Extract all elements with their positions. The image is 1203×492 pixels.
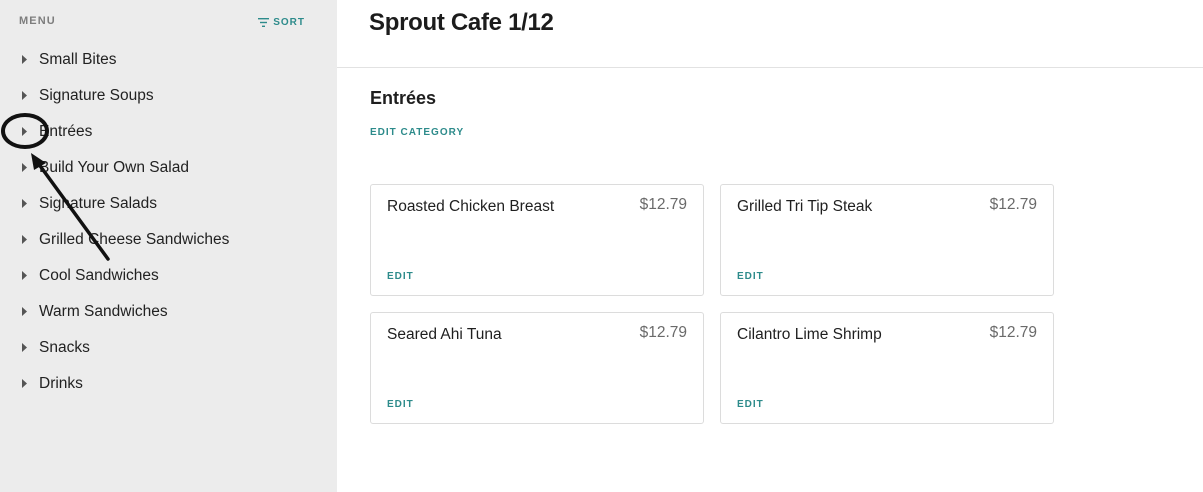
caret-right-icon[interactable]: [22, 127, 27, 136]
category-label: Cool Sandwiches: [39, 267, 159, 284]
caret-right-icon[interactable]: [22, 307, 27, 316]
category-item-snacks[interactable]: Snacks: [0, 330, 337, 366]
category-item-cool-sandwiches[interactable]: Cool Sandwiches: [0, 258, 337, 294]
category-item-signature-soups[interactable]: Signature Soups: [0, 78, 337, 114]
category-label: Entrées: [39, 123, 93, 140]
caret-right-icon[interactable]: [22, 235, 27, 244]
item-name: Cilantro Lime Shrimp: [737, 326, 882, 343]
menu-label: MENU: [19, 15, 56, 27]
category-label: Signature Soups: [39, 87, 154, 104]
sort-button[interactable]: SORT: [258, 14, 305, 30]
edit-item-link[interactable]: EDIT: [387, 399, 414, 410]
caret-right-icon[interactable]: [22, 91, 27, 100]
category-list: Small Bites Signature Soups Entrées Buil…: [0, 42, 337, 402]
item-price: $12.79: [989, 196, 1037, 213]
category-label: Build Your Own Salad: [39, 159, 189, 176]
category-item-build-your-own-salad[interactable]: Build Your Own Salad: [0, 150, 337, 186]
category-item-small-bites[interactable]: Small Bites: [0, 42, 337, 78]
caret-right-icon[interactable]: [22, 379, 27, 388]
caret-right-icon[interactable]: [22, 271, 27, 280]
item-name: Seared Ahi Tuna: [387, 326, 502, 343]
category-item-warm-sandwiches[interactable]: Warm Sandwiches: [0, 294, 337, 330]
item-name: Grilled Tri Tip Steak: [737, 198, 873, 215]
menu-item-card[interactable]: Roasted Chicken Breast $12.79 EDIT: [370, 184, 704, 296]
edit-item-link[interactable]: EDIT: [737, 399, 764, 410]
category-label: Snacks: [39, 339, 90, 356]
edit-category-link[interactable]: EDIT CATEGORY: [370, 127, 464, 138]
caret-right-icon[interactable]: [22, 199, 27, 208]
caret-right-icon[interactable]: [22, 55, 27, 64]
item-name: Roasted Chicken Breast: [387, 198, 555, 215]
category-item-signature-salads[interactable]: Signature Salads: [0, 186, 337, 222]
category-label: Drinks: [39, 375, 83, 392]
category-label: Grilled Cheese Sandwiches: [39, 231, 230, 248]
category-item-drinks[interactable]: Drinks: [0, 366, 337, 402]
sort-icon: [258, 17, 270, 27]
caret-right-icon[interactable]: [22, 163, 27, 172]
sidebar: MENU SORT Small Bites Signature Soups En…: [0, 0, 337, 492]
menu-item-card[interactable]: Seared Ahi Tuna $12.79 EDIT: [370, 312, 704, 424]
item-price: $12.79: [989, 324, 1037, 341]
category-label: Warm Sandwiches: [39, 303, 168, 320]
app: MENU SORT Small Bites Signature Soups En…: [0, 0, 1203, 492]
menu-item-card[interactable]: Grilled Tri Tip Steak $12.79 EDIT: [720, 184, 1054, 296]
category-heading: Entrées: [370, 88, 437, 108]
menu-item-card[interactable]: Cilantro Lime Shrimp $12.79 EDIT: [720, 312, 1054, 424]
category-label: Signature Salads: [39, 195, 158, 212]
main-content: Sprout Cafe 1/12 Entrées EDIT CATEGORY R…: [337, 0, 1203, 492]
page-title: Sprout Cafe 1/12: [369, 9, 554, 36]
sort-label: SORT: [273, 16, 305, 28]
item-price: $12.79: [639, 324, 687, 341]
edit-item-link[interactable]: EDIT: [737, 271, 764, 282]
item-price: $12.79: [639, 196, 687, 213]
divider: [337, 67, 1203, 68]
caret-right-icon[interactable]: [22, 343, 27, 352]
category-label: Small Bites: [39, 51, 117, 68]
category-item-entrees[interactable]: Entrées: [0, 114, 337, 150]
edit-item-link[interactable]: EDIT: [387, 271, 414, 282]
sidebar-header: MENU SORT: [19, 14, 307, 30]
category-item-grilled-cheese-sandwiches[interactable]: Grilled Cheese Sandwiches: [0, 222, 337, 258]
